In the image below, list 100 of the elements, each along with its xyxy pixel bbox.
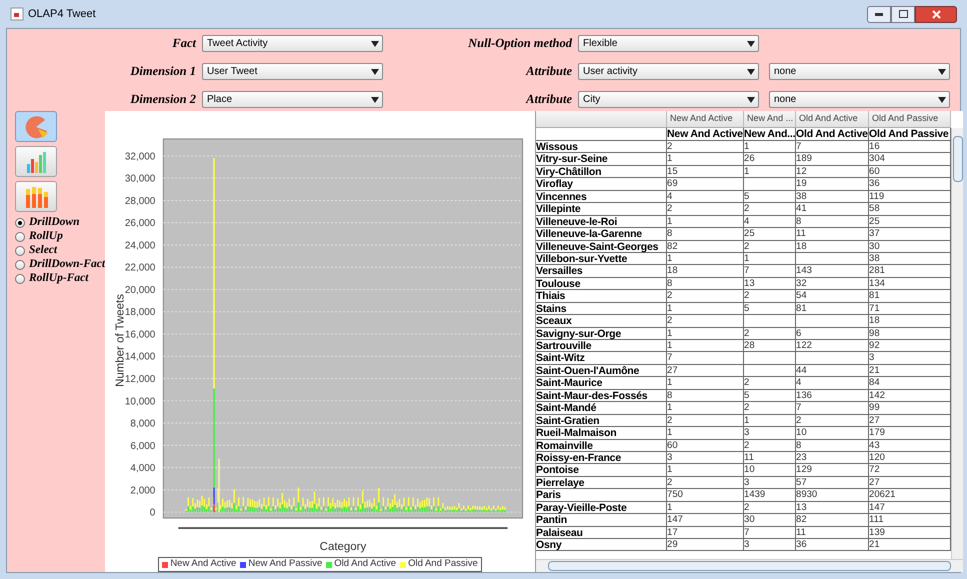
dropdown[interactable]: User Tweet	[202, 63, 383, 80]
table-cell: 8	[796, 216, 870, 228]
table-cell: Saint-Maur-des-Fossés	[536, 390, 668, 402]
dropdown-arrow-icon	[747, 40, 755, 46]
column-header[interactable]: Old And Passive	[869, 111, 952, 127]
table-cell: 2	[667, 315, 744, 328]
table-cell: 2	[744, 440, 796, 452]
table-cell: 2	[667, 203, 744, 216]
maximize-button[interactable]	[891, 6, 915, 22]
table-cell: 1	[667, 328, 744, 340]
table-cell: 750	[667, 489, 744, 502]
field-label: Null-Option method	[467, 35, 574, 52]
operation-radio[interactable]: Select	[15, 244, 106, 258]
table-cell: 32	[796, 278, 870, 290]
table-cell: Pierrelaye	[536, 476, 668, 489]
y-tick-label: 32,000	[124, 151, 156, 162]
table-cell: 60	[667, 440, 744, 452]
table-cell: 5	[744, 190, 796, 203]
table-cell: Pantin	[536, 514, 668, 526]
chart-type-button[interactable]	[15, 181, 57, 212]
dropdown-arrow-icon	[747, 68, 755, 74]
dropdown[interactable]: Place	[202, 91, 383, 108]
minimize-button[interactable]	[867, 6, 891, 22]
pie-chart-icon	[23, 114, 49, 140]
table-cell: Versailles	[536, 265, 668, 278]
column-header[interactable]: Old And Active	[796, 111, 870, 127]
column-header[interactable]: New And Active	[667, 111, 744, 127]
table-cell: Saint-Witz	[536, 352, 668, 364]
column-header[interactable]: New And ...	[744, 111, 796, 127]
table-cell: 13	[796, 502, 870, 514]
table-cell: 57	[796, 476, 870, 489]
horizontal-scrollbar[interactable]	[536, 559, 964, 572]
y-tick-label: 10,000	[124, 396, 156, 408]
table-cell: 23	[796, 452, 870, 464]
table-cell: 1	[667, 377, 744, 390]
table-cell: 2	[744, 377, 796, 390]
table-cell: 36	[796, 539, 870, 551]
y-tick-label: 30,000	[124, 174, 156, 185]
y-tick-label: 12,000	[124, 374, 156, 386]
table-cell: 17	[667, 526, 744, 539]
table-cell: 1	[744, 414, 796, 427]
operation-radio[interactable]: DrillDown-Fact	[15, 258, 106, 272]
y-tick-label: 8,000	[130, 418, 156, 430]
table-cell: 2	[744, 328, 796, 340]
table-cell: 1	[667, 464, 744, 476]
dropdown[interactable]: none	[769, 91, 950, 108]
operation-radio[interactable]: RollUp-Fact	[15, 272, 106, 286]
table-cell: 7	[796, 402, 870, 414]
table-cell: 1	[667, 427, 744, 440]
operation-radio[interactable]: DrillDown	[15, 216, 106, 230]
operation-radio[interactable]: RollUp	[15, 230, 106, 244]
table-cell: 1	[667, 252, 744, 265]
chart-type-button[interactable]	[15, 146, 57, 177]
y-tick-label: 22,000	[124, 262, 156, 274]
dropdown[interactable]: User activity	[578, 63, 759, 80]
dropdown[interactable]: Flexible	[578, 35, 759, 52]
table-cell: 3	[667, 452, 744, 464]
table-cell: 2	[667, 290, 744, 302]
table-cell: 189	[796, 153, 870, 166]
dropdown-arrow-icon	[371, 96, 379, 102]
table-cell: 11	[796, 228, 870, 240]
table-cell: 129	[796, 464, 870, 476]
field-label: Attribute	[524, 63, 573, 80]
table-cell: Saint-Ouen-l'Aumône	[536, 364, 668, 377]
y-tick-label: 26,000	[124, 218, 156, 230]
table-cell: 19	[796, 178, 870, 190]
legend-label: Old And Active	[334, 557, 396, 572]
field-label: Dimension 2	[129, 91, 197, 108]
table-cell: 2	[744, 203, 796, 216]
table-cell: 10	[796, 427, 870, 440]
table-cell: 18	[796, 240, 870, 252]
table-cell: 82	[667, 240, 744, 252]
dropdown[interactable]: none	[769, 63, 950, 80]
minimize-icon	[875, 12, 883, 16]
table-cell: 15	[667, 166, 744, 178]
table-cell: 81	[796, 302, 870, 315]
table-cell: 1	[667, 216, 744, 228]
table-cell: 10	[744, 464, 796, 476]
dropdown[interactable]: Tweet Activity	[202, 35, 383, 52]
vertical-scrollbar[interactable]	[951, 128, 964, 559]
table-cell: 147	[667, 514, 744, 526]
table-cell: 13	[744, 278, 796, 290]
table-cell: 5	[744, 302, 796, 315]
chart-type-button[interactable]	[15, 111, 57, 142]
legend-label: Old And Passive	[408, 557, 478, 572]
table-cell: Vincennes	[536, 190, 668, 203]
table-cell: 54	[796, 290, 870, 302]
table-cell: Saint-Maurice	[536, 377, 668, 390]
table-cell: 69	[667, 178, 744, 190]
table-cell: Villebon-sur-Yvette	[536, 252, 668, 265]
table-cell: Roissy-en-France	[536, 452, 668, 464]
table-cell: 1	[667, 153, 744, 166]
table-cell: 7	[744, 526, 796, 539]
dropdown[interactable]: City	[578, 91, 759, 108]
table-cell: 7	[667, 352, 744, 364]
close-button[interactable]	[915, 6, 957, 22]
y-tick-label: 20,000	[124, 284, 156, 296]
y-tick-label: 4,000	[130, 463, 156, 474]
field-label: Attribute	[524, 91, 573, 108]
y-tick-label: 14,000	[124, 352, 156, 363]
